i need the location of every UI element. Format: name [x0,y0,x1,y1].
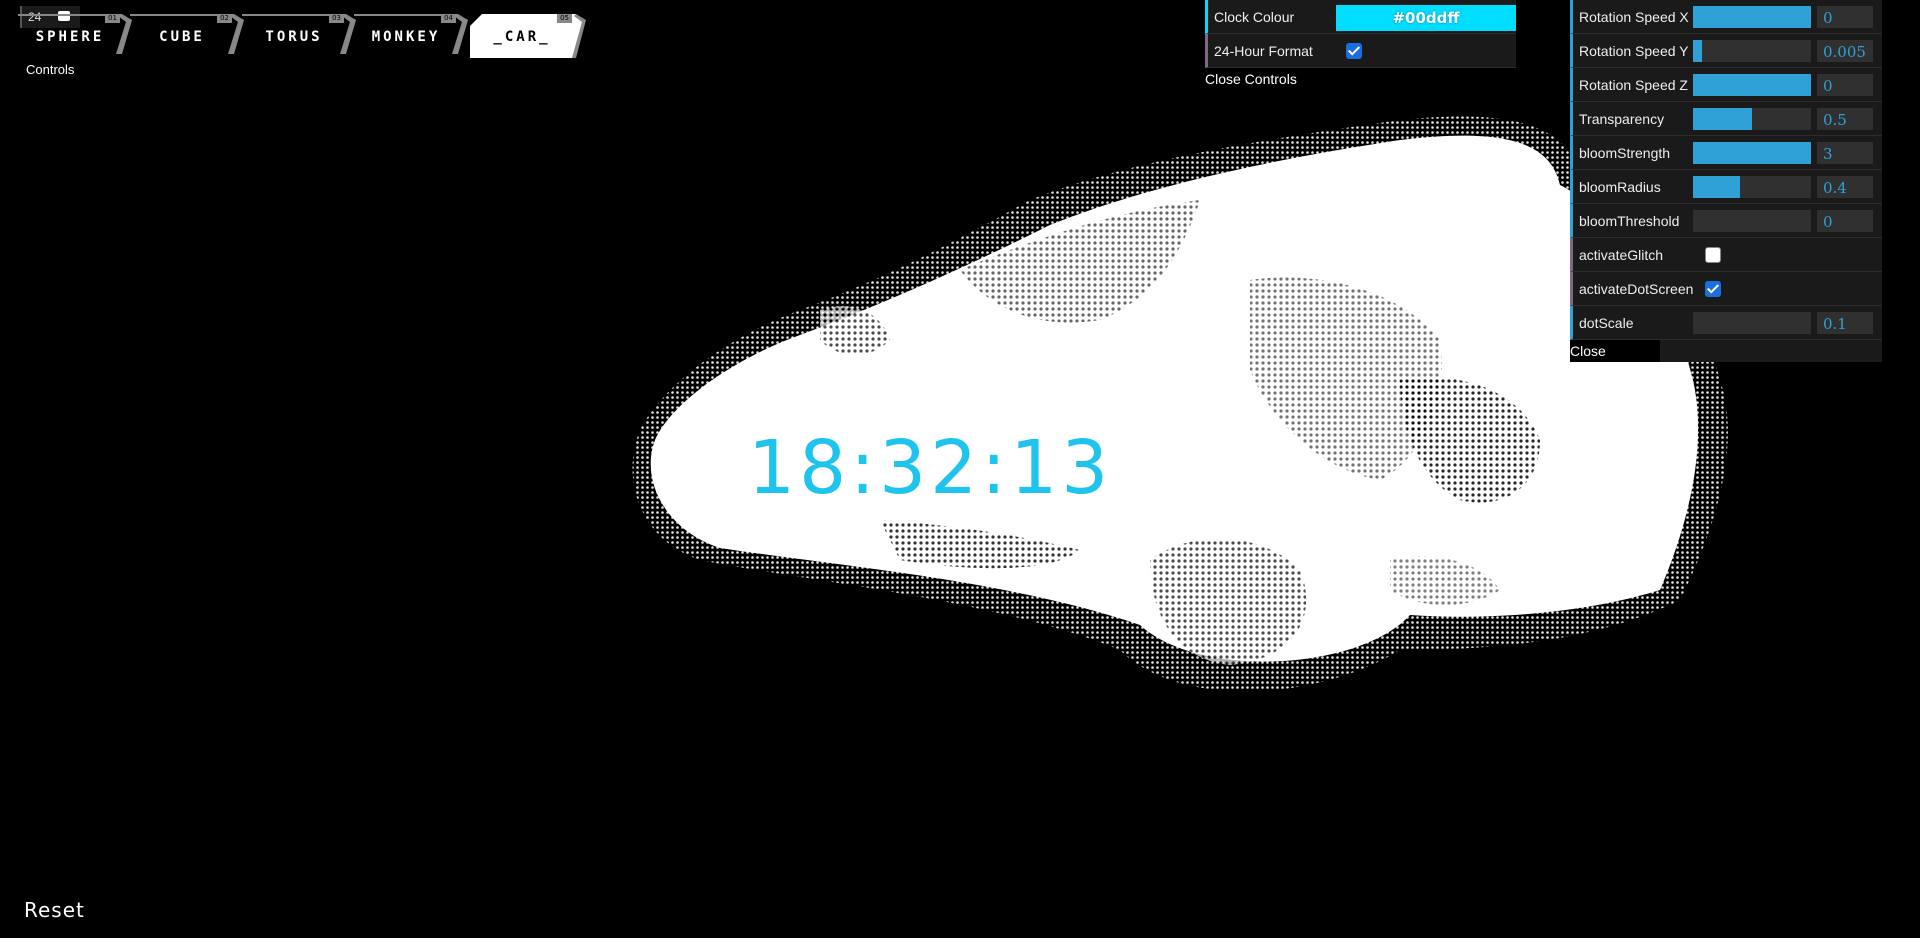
fx-row-rotation-speed-z: Rotation Speed Z 0 [1570,68,1882,102]
controls-toggle[interactable]: Controls [26,62,74,77]
close-effects-controls-button[interactable]: Close Controls [1570,340,1660,381]
fx-slider-fill [1693,6,1811,28]
fx-value-rotation-speed-x[interactable]: 0 [1817,6,1873,28]
tab-cube-badge: 02 [217,14,232,23]
fx-slider-dotscale[interactable] [1693,312,1811,334]
fx-label-transparency: Transparency [1579,111,1665,127]
fx-row-bloomradius: bloomRadius 0.4 [1570,170,1882,204]
fx-checkbox-activateglitch[interactable] [1705,247,1721,263]
fx-slider-bloomthreshold[interactable] [1693,210,1811,232]
fx-value-bloomstrength[interactable]: 3 [1817,142,1873,164]
fx-row-rotation-speed-x: Rotation Speed X 0 [1570,0,1882,34]
fx-row-activatedotscreen: activateDotScreen [1570,272,1882,306]
tab-sphere-badge: 01 [105,14,120,23]
fx-row-rotation-speed-y: Rotation Speed Y 0.005 [1570,34,1882,68]
fx-value-dotscale[interactable]: 0.1 [1817,312,1873,334]
tab-monkey-badge: 04 [441,14,456,23]
fx-slider-transparency[interactable] [1693,108,1811,130]
fx-label-bloomthreshold: bloomThreshold [1579,213,1680,229]
fx-slider-rotation-speed-z[interactable] [1693,74,1811,96]
fx-row-bloomstrength: bloomStrength 3 [1570,136,1882,170]
clock-settings-panel: Clock Colour #00ddff 24-Hour Format Clos… [1205,0,1516,90]
tab-car-badge: 05 [557,14,572,23]
fx-row-activateglitch: activateGlitch [1570,238,1882,272]
fx-label-bloomradius: bloomRadius [1579,179,1661,195]
fx-label-activatedotscreen: activateDotScreen [1579,281,1694,297]
fx-label-bloomstrength: bloomStrength [1579,145,1671,161]
fx-row-dotscale: dotScale 0.1 [1570,306,1882,340]
fx-checkbox-activatedotscreen[interactable] [1705,281,1721,297]
fx-value-transparency[interactable]: 0.5 [1817,108,1873,130]
clock-colour-picker[interactable]: #00ddff [1336,5,1516,31]
reset-button[interactable]: Reset [24,898,85,922]
fx-label-rotation-speed-x: Rotation Speed X [1579,9,1689,25]
fx-slider-rotation-speed-x[interactable] [1693,6,1811,28]
fx-value-bloomradius[interactable]: 0.4 [1817,176,1873,198]
fx-slider-fill [1693,108,1752,130]
clock-colour-row: Clock Colour #00ddff [1205,0,1516,34]
fx-value-rotation-speed-z[interactable]: 0 [1817,74,1873,96]
close-clock-controls-button[interactable]: Close Controls [1205,68,1516,90]
fx-label-rotation-speed-y: Rotation Speed Y [1579,43,1689,59]
tab-torus[interactable]: TORUS 03 [242,14,356,60]
effects-settings-panel: Rotation Speed X 0 Rotation Speed Y 0.005 Ro… [1570,0,1882,381]
tab-cube[interactable]: CUBE 02 [130,14,244,60]
tab-torus-badge: 03 [329,14,344,23]
clock-colour-label: Clock Colour [1214,9,1295,25]
hour-format-row: 24-Hour Format [1205,34,1516,68]
fx-slider-fill [1693,74,1811,96]
fx-slider-fill [1693,40,1703,62]
fx-row-bloomthreshold: bloomThreshold 0 [1570,204,1882,238]
tab-car[interactable]: _CAR_ 05 [470,14,586,60]
fx-slider-bloomstrength[interactable] [1693,142,1811,164]
fx-label-activateglitch: activateGlitch [1579,247,1664,263]
hour-format-checkbox[interactable] [1346,43,1362,59]
digital-clock: 18:32:13 [748,425,1113,511]
tab-monkey[interactable]: MONKEY 04 [354,14,468,60]
fx-slider-rotation-speed-y[interactable] [1693,40,1811,62]
fx-slider-bloomradius[interactable] [1693,176,1811,198]
fx-label-dotscale: dotScale [1579,315,1634,331]
hour-format-label: 24-Hour Format [1214,43,1313,59]
fx-value-rotation-speed-y[interactable]: 0.005 [1817,40,1873,62]
tab-sphere[interactable]: SPHERE 01 [18,14,132,60]
fx-slider-fill [1693,142,1811,164]
fx-label-rotation-speed-z: Rotation Speed Z [1579,77,1688,93]
fx-value-bloomthreshold[interactable]: 0 [1817,210,1873,232]
fx-row-transparency: Transparency 0.5 [1570,102,1882,136]
fx-slider-fill [1693,176,1741,198]
